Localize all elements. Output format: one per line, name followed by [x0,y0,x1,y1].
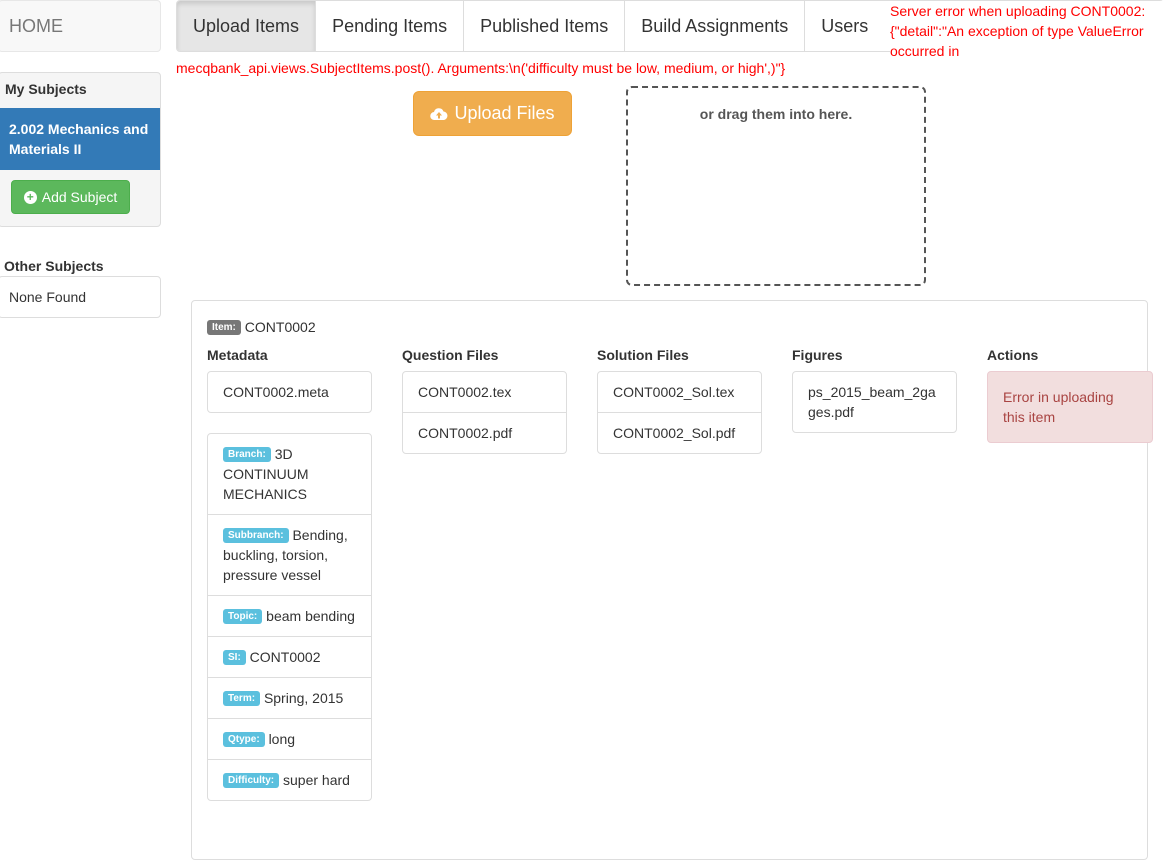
upload-files-label: Upload Files [454,103,555,123]
meta-key: Subbranch: [223,528,289,543]
metadata-heading: Metadata [207,347,268,363]
add-subject-button[interactable]: + Add Subject [11,180,130,214]
plus-circle-icon: + [23,190,37,204]
solution-file-tex[interactable]: CONT0002_Sol.tex [598,372,761,412]
tab-users[interactable]: Users [805,1,884,51]
home-link[interactable]: HOME [9,16,63,37]
meta-term: Term: Spring, 2015 [208,677,371,718]
meta-branch: Branch: 3D CONTINUUM MECHANICS [208,434,371,514]
item-id: CONT0002 [244,319,316,335]
solution-file-pdf[interactable]: CONT0002_Sol.pdf [598,412,761,453]
question-files-heading: Question Files [402,347,499,363]
tab-pending-items[interactable]: Pending Items [316,1,465,51]
my-subjects-panel: My Subjects 2.002 Mechanics and Material… [0,72,161,227]
meta-value: CONT0002 [249,649,321,665]
meta-key: Term: [223,691,261,706]
meta-value: Spring, 2015 [263,690,344,706]
item-tag: Item: [207,320,241,335]
metadata-fields-list: Branch: 3D CONTINUUM MECHANICS Subbranch… [207,433,372,801]
figures-heading: Figures [792,347,843,363]
meta-subbranch: Subbranch: Bending, buckling, torsion, p… [208,514,371,595]
item-panel: Item: CONT0002 Metadata Question Files S… [191,300,1153,860]
figure-file-list: ps_2015_beam_2gages.pdf [792,371,957,433]
home-navbar: HOME [0,0,161,52]
tab-published-items[interactable]: Published Items [464,1,626,51]
server-error-message: Server error when uploading CONT0002: {"… [890,1,1164,61]
cloud-upload-icon [430,107,448,120]
add-subject-label: Add Subject [41,189,118,205]
upload-files-button[interactable]: Upload Files [413,91,572,136]
metadata-file[interactable]: CONT0002.meta [208,372,371,412]
meta-value: beam bending [266,608,355,624]
meta-si: SI: CONT0002 [208,636,371,677]
tab-build-assignments[interactable]: Build Assignments [625,1,806,51]
solution-file-list: CONT0002_Sol.tex CONT0002_Sol.pdf [597,371,762,454]
question-file-pdf[interactable]: CONT0002.pdf [403,412,566,453]
meta-key: Topic: [223,609,263,624]
metadata-file-list: CONT0002.meta [207,371,372,413]
other-subjects-empty: None Found [0,276,161,318]
question-file-tex[interactable]: CONT0002.tex [403,372,566,412]
file-dropzone[interactable]: or drag them into here. [626,86,926,286]
figure-file[interactable]: ps_2015_beam_2gages.pdf [793,372,956,432]
meta-key: SI: [223,650,246,665]
subject-item-active[interactable]: 2.002 Mechanics and Materials II [0,108,160,170]
meta-value: long [268,731,296,747]
meta-topic: Topic: beam bending [208,595,371,636]
meta-value: super hard [283,772,350,788]
meta-qtype: Qtype: long [208,718,371,759]
meta-key: Branch: [223,447,271,462]
tab-upload-items[interactable]: Upload Items [177,1,317,51]
my-subjects-heading: My Subjects [5,81,87,97]
server-error-detail: mecqbank_api.views.SubjectItems.post(). … [176,60,786,76]
meta-difficulty: Difficulty: super hard [208,759,371,800]
item-title: Item: CONT0002 [207,319,316,335]
actions-heading: Actions [987,347,1039,363]
question-file-list: CONT0002.tex CONT0002.pdf [402,371,567,454]
other-subjects-heading: Other Subjects [4,258,104,274]
solution-files-heading: Solution Files [597,347,689,363]
meta-key: Difficulty: [223,773,280,788]
dropzone-text: or drag them into here. [699,106,853,122]
upload-error-alert: Error in uploading this item [987,371,1153,443]
meta-key: Qtype: [223,732,265,747]
